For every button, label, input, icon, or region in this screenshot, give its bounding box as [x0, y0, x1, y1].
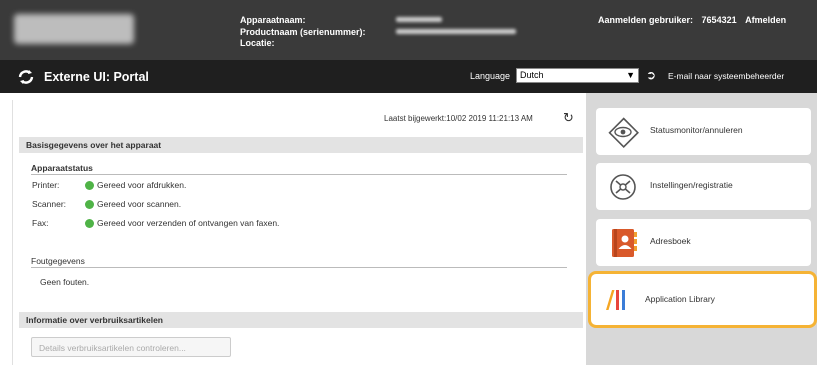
status-monitor-icon [608, 117, 639, 148]
last-updated: Laatst bijgewerkt:10/02 2019 11:21:13 AM [384, 114, 533, 123]
brand-logo [14, 14, 134, 44]
application-library-icon [606, 290, 625, 310]
portal-icon [18, 70, 34, 84]
chevron-down-icon: ▼ [626, 70, 635, 80]
logout-link[interactable]: Afmelden [745, 15, 786, 25]
divider [31, 267, 567, 268]
settings-registration-icon [610, 174, 636, 200]
sidebar-item-address-book[interactable]: Adresboek [596, 219, 811, 266]
sidebar-item-application-library[interactable]: Application Library [588, 271, 817, 328]
sidebar-item-status-monitor[interactable]: Statusmonitor/annuleren [596, 108, 811, 155]
status-label-printer: Printer: [32, 180, 60, 190]
divider [31, 174, 567, 175]
address-book-icon [612, 229, 637, 257]
product-name-label: Productnaam (serienummer): [240, 26, 366, 37]
product-name-value [396, 29, 516, 34]
portal-title: Externe UI: Portal [44, 70, 149, 84]
language-label: Language [470, 71, 511, 81]
status-label-fax: Fax: [32, 218, 49, 228]
sidebar-item-label: Application Library [645, 294, 715, 304]
status-ready-icon [85, 200, 94, 209]
basic-info-header: Basisgegevens over het apparaat [19, 137, 583, 153]
status-ready-icon [85, 181, 94, 190]
user-id: 7654321 [701, 15, 737, 25]
device-name-value [396, 17, 442, 22]
logged-in-user: Aanmelden gebruiker: 7654321 Afmelden [598, 15, 786, 25]
sidebar-item-label: Statusmonitor/annuleren [650, 125, 743, 135]
mail-admin-link[interactable]: E-mail naar systeembeheerder [668, 71, 784, 81]
refresh-icon[interactable]: ↻ [563, 110, 574, 126]
device-status-title: Apparaatstatus [31, 163, 93, 173]
consumables-header: Informatie over verbruiksartikelen [19, 312, 583, 328]
error-info-value: Geen fouten. [40, 277, 90, 287]
sidebar-item-label: Adresboek [650, 236, 691, 246]
device-info: Apparaatnaam: Productnaam (serienummer):… [240, 15, 366, 50]
status-label-scanner: Scanner: [32, 199, 67, 209]
sidebar-item-label: Instellingen/registratie [650, 180, 733, 190]
check-consumables-button[interactable]: Details verbruiksartikelen controleren..… [31, 337, 231, 357]
status-ready-icon [85, 219, 94, 228]
status-text-printer: Gereed voor afdrukken. [97, 180, 187, 190]
language-select[interactable]: Dutch ▼ [516, 68, 639, 83]
error-info-title: Foutgegevens [31, 256, 85, 266]
status-text-scanner: Gereed voor scannen. [97, 199, 182, 209]
mail-arrow-icon[interactable]: ➲ [646, 69, 656, 81]
location-label: Locatie: [240, 38, 275, 48]
sidebar-item-settings[interactable]: Instellingen/registratie [596, 163, 811, 210]
language-value: Dutch [520, 70, 544, 80]
status-text-fax: Gereed voor verzenden of ontvangen van f… [97, 218, 280, 228]
logged-in-label: Aanmelden gebruiker: [598, 15, 694, 25]
device-name-label: Apparaatnaam: [240, 15, 306, 25]
